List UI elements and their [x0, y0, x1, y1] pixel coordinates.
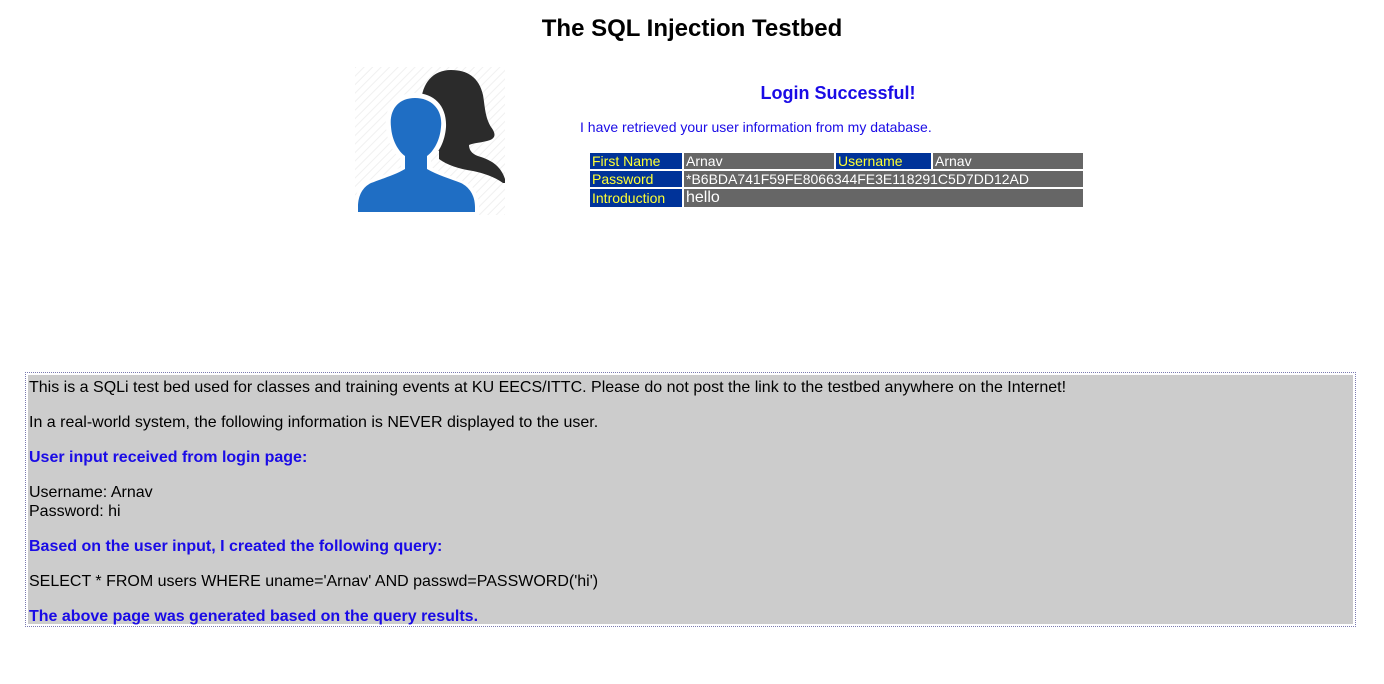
- introduction-value: hello: [684, 189, 1083, 207]
- username-input-line: Username: Arnav: [29, 484, 153, 501]
- table-row: Password *B6BDA741F59FE8066344FE3E118291…: [590, 171, 1083, 187]
- testbed-notice: This is a SQLi test bed used for classes…: [29, 379, 1067, 396]
- users-icon: [355, 67, 505, 215]
- debug-panel: This is a SQLi test bed used for classes…: [25, 372, 1356, 627]
- first-name-label: First Name: [590, 153, 682, 169]
- input-values: Username: Arnav Password: hi: [29, 483, 1352, 521]
- first-name-value: Arnav: [684, 153, 834, 169]
- login-status-message: I have retrieved your user information f…: [580, 119, 932, 135]
- input-heading: User input received from login page:: [29, 449, 308, 466]
- table-row: Introduction hello: [590, 189, 1083, 207]
- username-value: Arnav: [933, 153, 1083, 169]
- debug-panel-content: This is a SQLi test bed used for classes…: [28, 375, 1353, 625]
- footer-note: The above page was generated based on th…: [29, 608, 479, 625]
- username-label: Username: [836, 153, 931, 169]
- user-info-table: First Name Arnav Username Arnav Password…: [588, 151, 1085, 209]
- real-world-warning: In a real-world system, the following in…: [29, 414, 599, 431]
- sql-query: SELECT * FROM users WHERE uname='Arnav' …: [29, 573, 599, 590]
- table-row: First Name Arnav Username Arnav: [590, 153, 1083, 169]
- introduction-label: Introduction: [590, 189, 682, 207]
- password-input-line: Password: hi: [29, 503, 121, 520]
- password-value: *B6BDA741F59FE8066344FE3E118291C5D7DD12A…: [684, 171, 1083, 187]
- page-title: The SQL Injection Testbed: [541, 15, 843, 42]
- login-status-title: Login Successful!: [760, 83, 916, 103]
- password-label: Password: [590, 171, 682, 187]
- query-heading: Based on the user input, I created the f…: [29, 538, 443, 555]
